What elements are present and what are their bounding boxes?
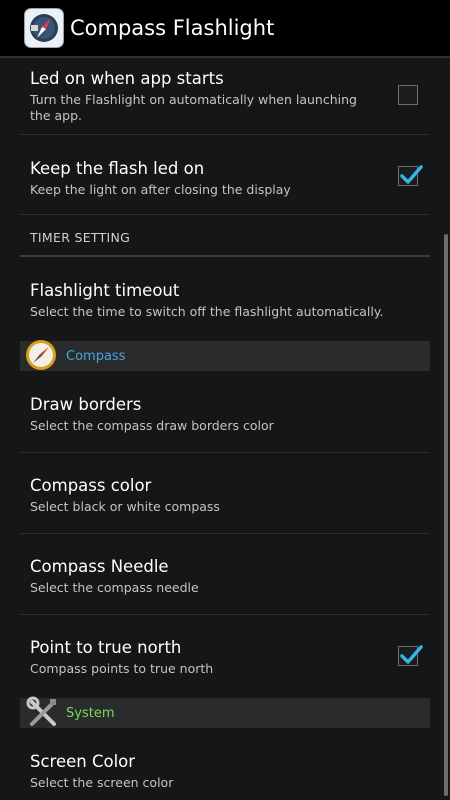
pref-summary: Select the compass draw borders color	[30, 418, 274, 433]
system-category: System	[20, 696, 430, 728]
compass-category: Compass	[20, 340, 430, 371]
action-bar: Compass Flashlight	[0, 0, 450, 58]
pref-title: Flashlight timeout	[30, 281, 180, 300]
pref-summary: Select the screen color	[30, 775, 174, 790]
divider	[20, 134, 430, 135]
app-compass-icon[interactable]	[24, 8, 64, 48]
pref-title: Compass Needle	[30, 557, 169, 576]
checkmark-icon	[400, 165, 423, 184]
pref-title: Led on when app starts	[30, 69, 224, 88]
compass-category-label: Compass	[66, 348, 126, 364]
checkmark-icon	[400, 645, 423, 664]
pref-title: Compass color	[30, 476, 152, 495]
keep-flash-checkbox[interactable]	[398, 165, 423, 186]
timer-setting-header: TIMER SETTING	[30, 230, 131, 245]
pref-screen-color[interactable]: Screen Color Select the screen color	[20, 752, 430, 791]
app-title: Compass Flashlight	[70, 16, 275, 40]
scrollbar[interactable]	[444, 234, 448, 796]
true-north-checkbox[interactable]	[398, 645, 423, 666]
pref-flashlight-timeout[interactable]: Flashlight timeout Select the time to sw…	[20, 281, 430, 320]
pref-true-north[interactable]: Point to true north Compass points to tr…	[20, 638, 430, 677]
pref-summary: Compass points to true north	[30, 661, 214, 676]
divider	[20, 452, 430, 453]
pref-draw-borders[interactable]: Draw borders Select the compass draw bor…	[20, 395, 430, 434]
pref-summary: Select black or white compass	[30, 499, 220, 514]
pref-summary: Select the time to switch off the flashl…	[30, 304, 384, 319]
pref-summary: Select the compass needle	[30, 580, 199, 595]
section-divider	[20, 255, 430, 257]
compass-icon	[26, 340, 60, 371]
pref-compass-color[interactable]: Compass color Select black or white comp…	[20, 476, 430, 515]
pref-title: Point to true north	[30, 638, 182, 657]
divider	[20, 214, 430, 215]
preferences-list: Led on when app starts Turn the Flashlig…	[0, 60, 450, 800]
pref-summary: Keep the light on after closing the disp…	[30, 182, 291, 197]
pref-title: Draw borders	[30, 395, 142, 414]
wrench-screwdriver-icon	[26, 696, 60, 728]
divider	[20, 614, 430, 615]
system-category-label: System	[66, 705, 115, 721]
pref-compass-needle[interactable]: Compass Needle Select the compass needle	[20, 557, 430, 596]
pref-title: Screen Color	[30, 752, 136, 771]
pref-title: Keep the flash led on	[30, 159, 205, 178]
pref-keep-flash[interactable]: Keep the flash led on Keep the light on …	[20, 159, 430, 198]
led-on-start-checkbox[interactable]	[398, 85, 418, 105]
pref-led-on-start[interactable]: Led on when app starts Turn the Flashlig…	[20, 69, 430, 124]
pref-summary: Turn the Flashlight on automatically whe…	[30, 92, 357, 123]
divider	[20, 533, 430, 534]
